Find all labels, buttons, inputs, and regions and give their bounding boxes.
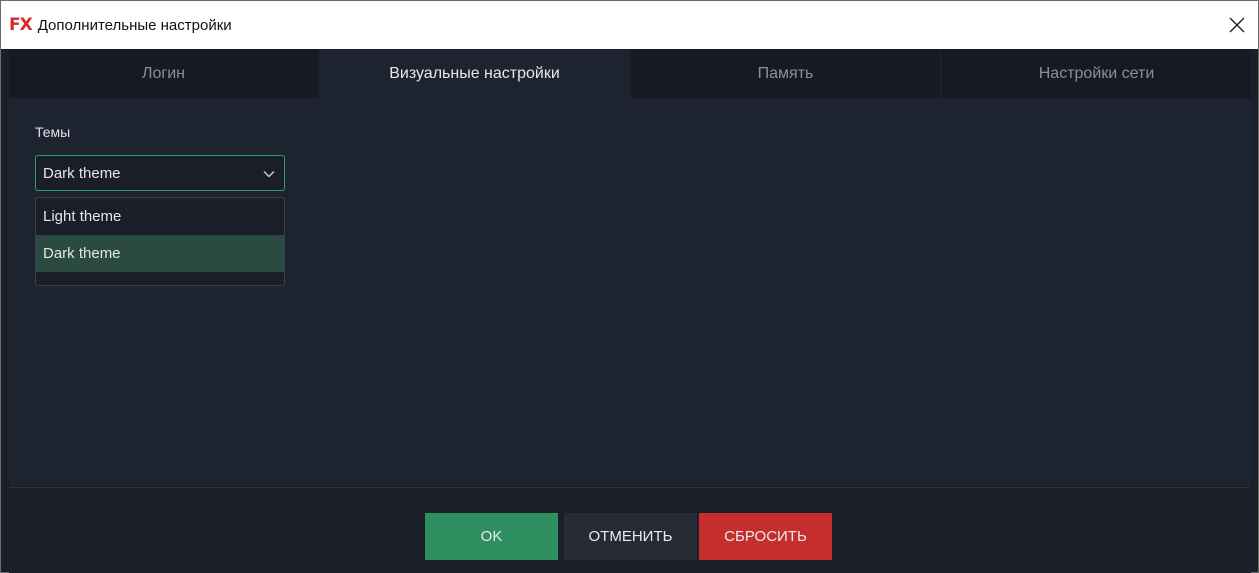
dialog-footer: OK ОТМЕНИТЬ СБРОСИТЬ [9, 487, 1251, 573]
theme-option-light[interactable]: Light theme [36, 198, 284, 235]
theme-select[interactable]: Dark theme [35, 155, 285, 191]
themes-label: Темы [35, 124, 71, 140]
cancel-button[interactable]: ОТМЕНИТЬ [564, 513, 697, 560]
logo-letter-x: X [19, 15, 33, 35]
window-title: Дополнительные настройки [37, 16, 232, 34]
tab-network-settings[interactable]: Настройки сети [942, 49, 1251, 98]
theme-dropdown-list: Light theme Dark theme [35, 197, 285, 286]
visual-settings-panel: Темы Dark theme Light theme Dark theme [9, 98, 1251, 486]
tab-login[interactable]: Логин [9, 49, 320, 98]
theme-option-dark[interactable]: Dark theme [36, 235, 284, 272]
settings-dialog: F X Дополнительные настройки Логин Визуа… [0, 0, 1259, 573]
tab-visual-settings[interactable]: Визуальные настройки [320, 49, 631, 98]
chevron-down-icon [263, 171, 275, 178]
reset-button[interactable]: СБРОСИТЬ [699, 513, 832, 560]
tab-memory[interactable]: Память [631, 49, 942, 98]
logo-letter-f: F [9, 15, 21, 35]
close-icon [1229, 17, 1245, 33]
close-button[interactable] [1222, 10, 1252, 40]
ok-button[interactable]: OK [425, 513, 558, 560]
title-bar: F X Дополнительные настройки [1, 1, 1258, 49]
tab-bar: Логин Визуальные настройки Память Настро… [9, 49, 1251, 98]
app-logo: F X [9, 15, 33, 35]
theme-select-value: Dark theme [43, 164, 121, 182]
